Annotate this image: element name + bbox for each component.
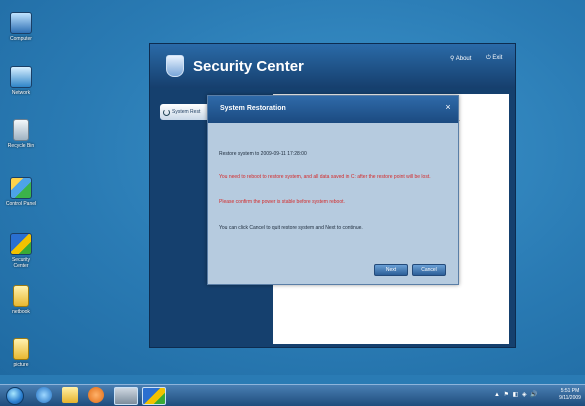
sidebar-item-label: System Rest	[172, 109, 201, 115]
close-button[interactable]: ×	[443, 102, 453, 112]
desktop-icon-computer[interactable]: Computer	[4, 12, 38, 42]
desktop-icon-label: Network	[11, 90, 31, 96]
clock-time: 5:51 PM	[560, 388, 580, 394]
security-center-taskbar-icon[interactable]	[142, 387, 166, 405]
warning-power-text: Please confirm the power is stable befor…	[219, 199, 345, 205]
desktop-icon-label: Computer	[10, 36, 32, 42]
exit-label: Exit	[492, 55, 503, 61]
recycle-bin-icon	[13, 119, 29, 141]
taskbar: ▲ ⚑ ◧ ◈ 🔊 5:51 PM 9/11/2009	[0, 384, 585, 406]
about-link[interactable]: ⚲ About	[450, 55, 471, 62]
restore-icon	[163, 109, 170, 116]
desktop-icon-recycle-bin[interactable]: Recycle Bin	[4, 119, 38, 149]
internet-explorer-icon[interactable]	[36, 387, 52, 403]
system-restoration-dialog: System Restoration × Restore system to 2…	[207, 95, 459, 285]
desktop-icon-picture[interactable]: picture	[4, 338, 38, 368]
computer-icon	[10, 12, 32, 34]
desktop-icon-label: picture	[13, 362, 29, 368]
desktop-icon-label: Recycle Bin	[7, 143, 35, 149]
desktop-icon-label: netbook	[12, 309, 30, 315]
network-icon	[10, 66, 32, 88]
restore-point-text: Restore system to 2009-09-11 17:28:00	[219, 151, 307, 157]
desktop-icon-netbook[interactable]: netbook	[4, 285, 38, 315]
window-title: Security Center	[193, 58, 304, 75]
shield-icon	[166, 55, 184, 77]
sidebar-item-system-restore[interactable]: System Rest	[160, 104, 212, 120]
clock-date: 9/11/2009	[559, 395, 581, 401]
media-player-icon[interactable]	[88, 387, 104, 403]
clock[interactable]: 5:51 PM 9/11/2009	[558, 388, 582, 402]
folder-icon	[13, 338, 29, 360]
cancel-button[interactable]: Cancel	[412, 264, 446, 276]
security-center-icon	[10, 233, 32, 255]
explorer-folder-icon[interactable]	[62, 387, 78, 403]
exit-link[interactable]: ⏻ Exit	[486, 55, 502, 62]
desktop-icon-label: Security Center	[11, 257, 31, 269]
folder-icon	[13, 285, 29, 307]
window-header: Security Center ⚲ About ⏻ Exit	[150, 44, 515, 88]
desktop-icon-network[interactable]: Network	[4, 66, 38, 96]
desktop-icon-security-center[interactable]: Security Center	[4, 233, 38, 269]
desktop-icon-control-panel[interactable]: Control Panel	[4, 177, 38, 207]
desktop-icon-label: Control Panel	[5, 201, 37, 207]
warning-reboot-text: You need to reboot to restore system, an…	[219, 174, 431, 180]
control-panel-icon	[10, 177, 32, 199]
next-button[interactable]: Next	[374, 264, 408, 276]
settings-icon[interactable]	[114, 387, 138, 405]
info-text: You can click Cancel to quit restore sys…	[219, 225, 363, 231]
system-tray-icons[interactable]: ▲ ⚑ ◧ ◈ 🔊	[494, 391, 539, 398]
about-label: About	[455, 56, 472, 62]
start-button[interactable]	[6, 387, 24, 405]
dialog-titlebar: System Restoration ×	[208, 96, 458, 123]
dialog-title: System Restoration	[220, 105, 286, 112]
